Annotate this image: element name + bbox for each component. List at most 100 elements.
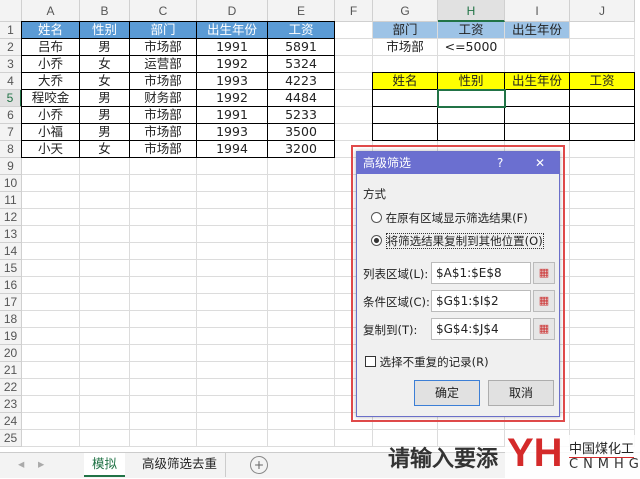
- cell[interactable]: [197, 379, 268, 396]
- cell[interactable]: [335, 22, 373, 39]
- ok-button[interactable]: 确定: [414, 380, 480, 406]
- cell[interactable]: [130, 413, 197, 430]
- radio-copy-to[interactable]: 将筛选结果复制到其他位置(O): [371, 233, 544, 249]
- cell[interactable]: [268, 192, 335, 209]
- table-cell[interactable]: 吕布: [21, 38, 80, 56]
- table-cell[interactable]: 5891: [267, 38, 335, 56]
- cell[interactable]: [335, 107, 373, 124]
- cell[interactable]: [197, 209, 268, 226]
- criteria-header-cell[interactable]: 部门: [373, 22, 438, 39]
- table-cell[interactable]: 女: [79, 140, 130, 158]
- cell[interactable]: [130, 277, 197, 294]
- cell[interactable]: [22, 328, 80, 345]
- cell[interactable]: [197, 413, 268, 430]
- cell[interactable]: [80, 226, 130, 243]
- table-cell[interactable]: 小福: [21, 123, 80, 141]
- row-header[interactable]: 13: [0, 226, 22, 243]
- output-header-cell[interactable]: 姓名: [372, 72, 438, 90]
- row-header[interactable]: 17: [0, 294, 22, 311]
- row-header[interactable]: 14: [0, 243, 22, 260]
- cell[interactable]: [130, 379, 197, 396]
- cell[interactable]: [268, 430, 335, 447]
- cell[interactable]: [80, 243, 130, 260]
- row-header[interactable]: 20: [0, 345, 22, 362]
- cell[interactable]: [570, 192, 635, 209]
- row-header[interactable]: 19: [0, 328, 22, 345]
- range-select-icon[interactable]: ▦: [533, 290, 555, 312]
- cell[interactable]: [130, 192, 197, 209]
- cell[interactable]: [22, 226, 80, 243]
- scroll-right-icon[interactable]: ▸: [30, 453, 52, 477]
- cell[interactable]: [197, 192, 268, 209]
- criteria-value-cell[interactable]: [505, 39, 570, 56]
- cell[interactable]: [438, 56, 505, 73]
- close-button[interactable]: ✕: [535, 152, 545, 174]
- cell[interactable]: [80, 413, 130, 430]
- cell[interactable]: [130, 260, 197, 277]
- cell[interactable]: [570, 158, 635, 175]
- output-cell[interactable]: [437, 123, 505, 141]
- cell[interactable]: [130, 243, 197, 260]
- table-cell[interactable]: 小乔: [21, 55, 80, 73]
- cancel-button[interactable]: 取消: [488, 380, 554, 406]
- output-cell[interactable]: [504, 89, 570, 107]
- table-cell[interactable]: 市场部: [129, 123, 197, 141]
- output-cell[interactable]: [372, 106, 438, 124]
- cell[interactable]: [22, 243, 80, 260]
- cell[interactable]: [22, 294, 80, 311]
- cell[interactable]: [80, 379, 130, 396]
- cell[interactable]: [130, 226, 197, 243]
- row-header[interactable]: 18: [0, 311, 22, 328]
- active-cell-selection[interactable]: [437, 89, 506, 108]
- sheet-tab-advanced-filter[interactable]: 高级筛选去重: [134, 453, 227, 477]
- cell[interactable]: [130, 294, 197, 311]
- table-header-cell[interactable]: 姓名: [21, 21, 80, 39]
- row-header[interactable]: 4: [0, 73, 22, 90]
- cell[interactable]: [22, 260, 80, 277]
- cell[interactable]: [335, 39, 373, 56]
- table-cell[interactable]: 财务部: [129, 89, 197, 107]
- criteria-value-cell[interactable]: 市场部: [373, 39, 438, 56]
- cell[interactable]: [197, 243, 268, 260]
- cell[interactable]: [80, 192, 130, 209]
- column-header-C[interactable]: C: [130, 0, 197, 22]
- row-header[interactable]: 23: [0, 396, 22, 413]
- column-header-G[interactable]: G: [373, 0, 438, 22]
- cell[interactable]: [22, 192, 80, 209]
- cell[interactable]: [570, 311, 635, 328]
- cell[interactable]: [570, 345, 635, 362]
- radio-in-place[interactable]: 在原有区域显示筛选结果(F): [371, 210, 528, 226]
- cell[interactable]: [80, 158, 130, 175]
- cell[interactable]: [130, 345, 197, 362]
- table-cell[interactable]: 1991: [196, 38, 268, 56]
- output-cell[interactable]: [569, 106, 635, 124]
- cell[interactable]: [570, 141, 635, 158]
- cell[interactable]: [505, 56, 570, 73]
- output-header-cell[interactable]: 出生年份: [504, 72, 570, 90]
- cell[interactable]: [22, 175, 80, 192]
- cell[interactable]: [80, 362, 130, 379]
- cell[interactable]: [268, 362, 335, 379]
- row-header[interactable]: 6: [0, 107, 22, 124]
- cell[interactable]: [22, 311, 80, 328]
- table-cell[interactable]: 市场部: [129, 106, 197, 124]
- cell[interactable]: [570, 277, 635, 294]
- cell[interactable]: [570, 396, 635, 413]
- criteria-range-input[interactable]: $G$1:$I$2: [431, 290, 531, 312]
- table-cell[interactable]: 男: [79, 106, 130, 124]
- row-header[interactable]: 15: [0, 260, 22, 277]
- cell[interactable]: [268, 209, 335, 226]
- unique-records-checkbox[interactable]: 选择不重复的记录(R): [365, 354, 489, 370]
- cell[interactable]: [268, 379, 335, 396]
- cell[interactable]: [130, 430, 197, 447]
- cell[interactable]: [335, 124, 373, 141]
- help-button[interactable]: ?: [497, 152, 503, 174]
- cell[interactable]: [197, 328, 268, 345]
- scroll-left-icon[interactable]: ◂: [10, 453, 32, 477]
- cell[interactable]: [570, 260, 635, 277]
- cell[interactable]: [80, 294, 130, 311]
- cell[interactable]: [80, 396, 130, 413]
- table-cell[interactable]: 男: [79, 89, 130, 107]
- row-header[interactable]: 16: [0, 277, 22, 294]
- cell[interactable]: [570, 243, 635, 260]
